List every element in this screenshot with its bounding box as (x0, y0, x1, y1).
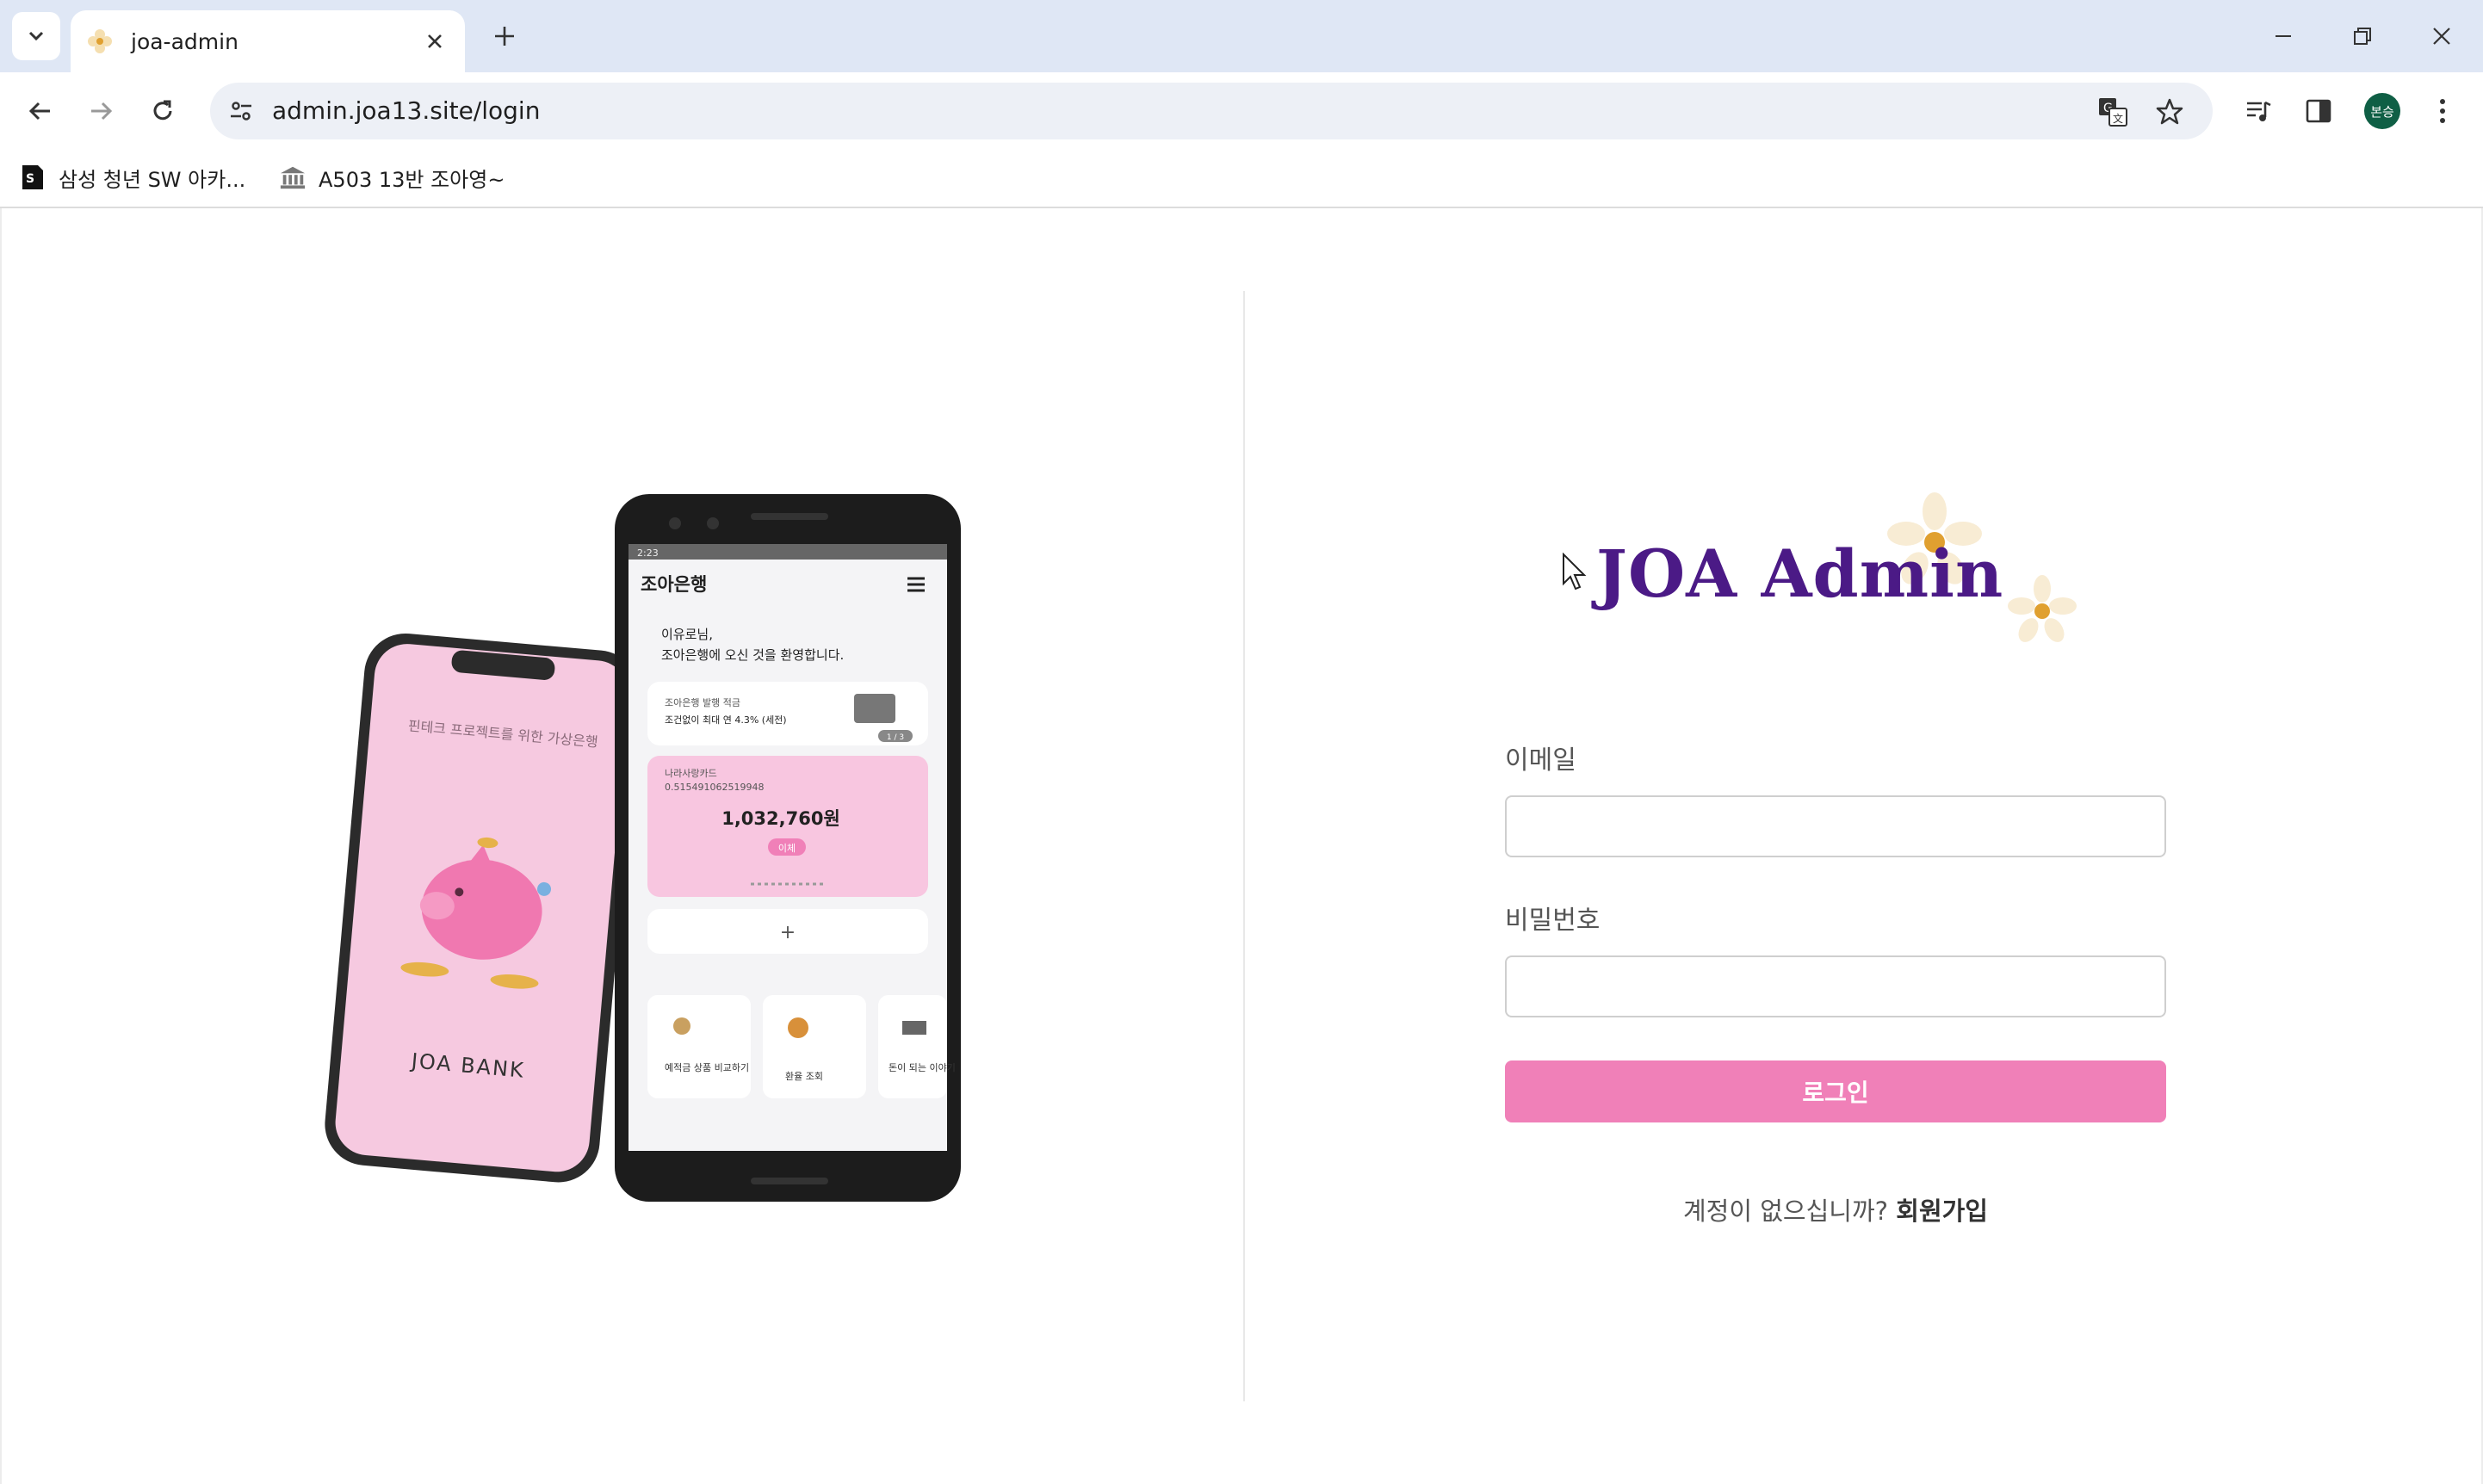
svg-text:돈이 되는 이야기: 돈이 되는 이야기 (889, 1062, 956, 1073)
arrow-right-icon (91, 102, 113, 121)
reload-button[interactable] (143, 91, 183, 131)
svg-text:조건없이 최대 연 4.3% (세전): 조건없이 최대 연 4.3% (세전) (665, 714, 787, 726)
restore-button[interactable] (2344, 17, 2381, 55)
joa-admin-logo: JOA Admin (1560, 492, 2094, 682)
svg-text:조아은행: 조아은행 (641, 574, 707, 595)
forward-button[interactable] (81, 91, 121, 131)
bookmark-ssafy[interactable]: S 삼성 청년 SW 아카... (19, 158, 245, 196)
login-form: 이메일 비밀번호 로그인 계정이 없으십니까? 회원가입 (1505, 742, 2166, 1227)
side-panel-icon[interactable] (2299, 91, 2338, 131)
bank-icon (279, 164, 307, 191)
translate-icon[interactable]: G文 (2096, 95, 2130, 129)
reload-icon (153, 100, 172, 121)
svg-text:+: + (780, 922, 796, 943)
tab-search-button[interactable] (12, 12, 60, 60)
ssafy-icon: S (19, 164, 46, 191)
signup-prompt: 계정이 없으십니까? (1682, 1196, 1889, 1226)
panel-divider (1243, 291, 1245, 1401)
svg-text:文: 文 (2113, 112, 2123, 125)
browser-toolbar: admin.joa13.site/login G文 본승 (0, 72, 2483, 148)
tab-title: joa-admin (131, 28, 238, 54)
minimize-icon (2276, 35, 2291, 37)
svg-text:S: S (26, 172, 34, 186)
browser-tabstrip: joa-admin (0, 0, 2483, 72)
login-page: 핀테크 프로젝트를 위한 가상은행 JOA BANK 2:23 조아은행 이유로… (0, 208, 2483, 1484)
bookmark-label: A503 13반 조아영~ (319, 167, 505, 192)
bookmark-a503[interactable]: A503 13반 조아영~ (279, 158, 505, 196)
bookmark-star-icon[interactable] (2152, 95, 2187, 129)
bookmarks-bar: S 삼성 청년 SW 아카... A503 13반 조아영~ (0, 148, 2483, 208)
signup-link[interactable]: 회원가입 (1896, 1196, 1988, 1226)
close-tab-icon[interactable] (420, 27, 449, 56)
url-text: admin.joa13.site/login (272, 96, 541, 125)
logo-text: JOA Admin (1596, 535, 2004, 612)
flower-icon (88, 29, 112, 53)
email-input[interactable] (1505, 795, 2166, 857)
svg-text:조아은행 발행 적금: 조아은행 발행 적금 (665, 697, 740, 708)
svg-text:예적금 상품 비교하기: 예적금 상품 비교하기 (665, 1061, 749, 1073)
new-tab-button[interactable] (487, 19, 522, 53)
phone-mockup-illustration: 핀테크 프로젝트를 위한 가상은행 JOA BANK 2:23 조아은행 이유로… (325, 494, 961, 1202)
tab-joa-admin[interactable]: joa-admin (71, 10, 465, 72)
password-input[interactable] (1505, 955, 2166, 1017)
svg-text:환율 조회: 환율 조회 (785, 1071, 823, 1082)
minimize-button[interactable] (2264, 17, 2302, 55)
address-bar[interactable]: admin.joa13.site/login G文 (210, 83, 2213, 139)
svg-text:조아은행에 오신 것을 환영합니다.: 조아은행에 오신 것을 환영합니다. (661, 647, 844, 663)
email-label: 이메일 (1505, 745, 1576, 776)
svg-text:이유로님,: 이유로님, (661, 627, 713, 642)
more-menu-icon[interactable] (2423, 91, 2462, 131)
close-icon (2433, 28, 2450, 45)
arrow-left-icon (28, 102, 50, 121)
password-label: 비밀번호 (1505, 906, 1601, 936)
daisy-flower-icon (2008, 575, 2077, 642)
svg-text:1,032,760원: 1,032,760원 (721, 808, 840, 829)
back-button[interactable] (21, 91, 60, 131)
bookmark-label: 삼성 청년 SW 아카... (59, 167, 246, 192)
chevron-down-icon (28, 31, 44, 41)
site-settings-icon[interactable] (226, 96, 257, 127)
svg-text:0.515491062519948: 0.515491062519948 (665, 782, 764, 793)
signup-row: 계정이 없으십니까? 회원가입 (1505, 1191, 2166, 1227)
right-phone: 2:23 조아은행 이유로님, 조아은행에 오신 것을 환영합니다. 조아은행 … (615, 494, 961, 1202)
close-window-button[interactable] (2423, 17, 2461, 55)
profile-avatar[interactable]: 본승 (2364, 93, 2400, 129)
svg-text:2:23: 2:23 (637, 547, 659, 559)
svg-text:나라사랑카드: 나라사랑카드 (665, 768, 717, 779)
mouse-cursor-icon (1563, 553, 1587, 591)
plus-icon (495, 27, 514, 46)
media-controls-icon[interactable] (2238, 91, 2278, 131)
svg-text:이체: 이체 (778, 843, 796, 854)
svg-text:1 / 3: 1 / 3 (887, 733, 904, 742)
login-button[interactable]: 로그인 (1505, 1060, 2166, 1122)
restore-icon (2354, 28, 2371, 45)
